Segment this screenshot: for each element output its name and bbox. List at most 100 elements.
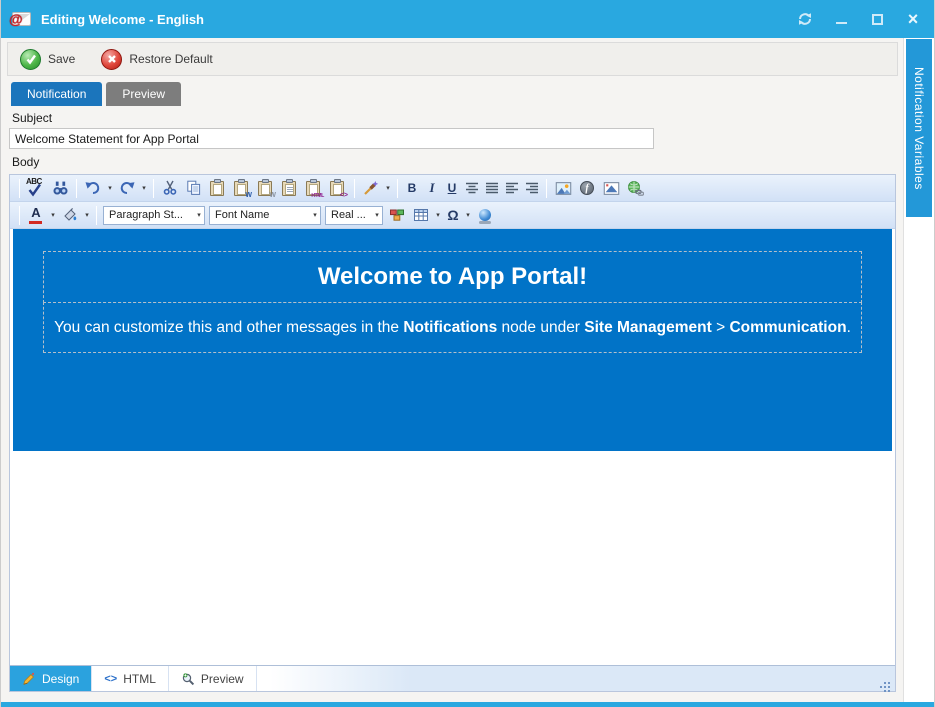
mode-tab-preview[interactable]: Preview (169, 666, 257, 691)
spellcheck-button[interactable]: ABC (24, 176, 48, 200)
toolbar-separator (397, 179, 398, 198)
underline-button[interactable]: U (442, 176, 462, 200)
editor-canvas[interactable]: Welcome to App Portal! You can customize… (10, 229, 895, 665)
insert-symbol-dropdown-arrow[interactable]: ▾ (463, 211, 473, 219)
background-color-dropdown-arrow[interactable]: ▾ (82, 211, 92, 219)
link-globe-icon (627, 180, 644, 197)
format-stripper-brush-icon (363, 180, 379, 196)
paste-button[interactable] (206, 176, 230, 200)
refresh-button[interactable] (790, 6, 820, 32)
subject-input[interactable] (9, 128, 654, 149)
paste-plain-text-button[interactable] (278, 176, 302, 200)
font-color-dropdown-arrow[interactable]: ▾ (48, 211, 58, 219)
format-stripper-button[interactable] (359, 176, 383, 200)
html-code-icon: <> (104, 673, 117, 685)
flash-icon: f (580, 181, 594, 195)
font-size-dropdown[interactable]: Real ...▾ (325, 206, 383, 225)
toolbar-separator (96, 206, 97, 225)
paste-from-word-icon: W (233, 179, 251, 197)
notification-variables-tab[interactable]: Notification Variables (906, 39, 932, 217)
italic-button[interactable]: I (422, 176, 442, 200)
maximize-button[interactable] (862, 6, 892, 32)
paste-as-html-button[interactable]: HTML (302, 176, 326, 200)
paragraph-style-dropdown[interactable]: Paragraph St...▾ (103, 206, 205, 225)
title-bar: @ Editing Welcome - English × (1, 0, 935, 38)
toolbar-separator (354, 179, 355, 198)
toolbar-separator (76, 179, 77, 198)
copy-button[interactable] (182, 176, 206, 200)
restore-default-button[interactable]: Restore Default (101, 49, 212, 70)
redo-button[interactable] (115, 176, 139, 200)
paragraph-style-arrow: ▾ (194, 211, 204, 219)
background-color-button[interactable] (58, 203, 82, 227)
action-bar: Save Restore Default (7, 42, 898, 76)
media-manager-button[interactable] (599, 176, 623, 200)
insert-table-button[interactable] (409, 203, 433, 227)
font-name-dropdown[interactable]: Font Name▾ (209, 206, 321, 225)
copy-icon (186, 180, 202, 196)
save-check-icon (20, 49, 41, 70)
align-justify-button[interactable] (482, 176, 502, 200)
paste-from-word-clean-icon: W (257, 179, 275, 197)
minimize-button[interactable] (826, 6, 856, 32)
paste-html-icon: <> (329, 179, 347, 197)
magnifier-icon (181, 672, 195, 686)
sphere-base (479, 221, 491, 224)
save-button[interactable]: Save (20, 49, 75, 70)
paragraph-cell: You can customize this and other message… (43, 302, 862, 353)
undo-button[interactable] (81, 176, 105, 200)
spellcheck-icon: ABC (25, 177, 47, 199)
insert-media-button[interactable] (473, 203, 497, 227)
tab-notification[interactable]: Notification (11, 82, 102, 106)
tab-preview[interactable]: Preview (106, 82, 181, 106)
paste-from-word-button[interactable]: W (230, 176, 254, 200)
toolbar-separator (153, 179, 154, 198)
app-envelope-icon: @ (9, 9, 33, 29)
toolbar-separator (546, 179, 547, 198)
maximize-icon (872, 14, 883, 25)
cut-button[interactable] (158, 176, 182, 200)
mode-tab-html[interactable]: <> HTML (92, 666, 169, 691)
paste-plain-text-icon (281, 179, 299, 197)
insert-symbol-button[interactable]: Ω (443, 203, 463, 227)
align-center-button[interactable] (462, 176, 482, 200)
pencil-icon (22, 672, 36, 686)
align-justify-icon (485, 181, 499, 195)
paste-html-button[interactable]: <> (326, 176, 350, 200)
restore-default-label: Restore Default (129, 52, 212, 66)
window-title: Editing Welcome - English (41, 12, 204, 27)
resize-grip[interactable] (884, 682, 886, 684)
sphere-icon (479, 209, 491, 221)
close-button[interactable]: × (898, 6, 928, 32)
align-right-button[interactable] (522, 176, 542, 200)
find-replace-button[interactable] (48, 176, 72, 200)
mode-tab-design[interactable]: Design (10, 666, 92, 691)
bold-button[interactable]: B (402, 176, 422, 200)
omega-icon: Ω (447, 207, 458, 223)
paste-from-word-clean-button[interactable]: W (254, 176, 278, 200)
toolbar-grip (19, 179, 20, 198)
window-controls: × (790, 6, 928, 32)
hyperlink-manager-button[interactable] (623, 176, 647, 200)
snippet-blocks-icon (389, 207, 405, 223)
welcome-heading: Welcome to App Portal! (318, 263, 587, 291)
media-icon (603, 180, 620, 197)
image-manager-button[interactable] (551, 176, 575, 200)
undo-dropdown-arrow[interactable]: ▾ (105, 184, 115, 192)
align-right-icon (525, 181, 539, 195)
font-color-button[interactable]: A (24, 203, 48, 227)
save-label: Save (48, 52, 75, 66)
main-content: Save Restore Default Notification Previe… (2, 38, 903, 702)
insert-table-dropdown-arrow[interactable]: ▾ (433, 211, 443, 219)
email-body-blue-section: Welcome to App Portal! You can customize… (13, 229, 892, 451)
redo-dropdown-arrow[interactable]: ▾ (139, 184, 149, 192)
subject-label: Subject (12, 111, 52, 125)
restore-x-icon (101, 49, 122, 70)
format-stripper-dropdown-arrow[interactable]: ▾ (383, 184, 393, 192)
bold-icon: B (408, 181, 417, 195)
redo-icon (119, 180, 135, 196)
flash-manager-button[interactable]: f (575, 176, 599, 200)
right-panel: Notification Variables (903, 38, 935, 702)
align-left-button[interactable] (502, 176, 522, 200)
insert-snippet-button[interactable] (385, 203, 409, 227)
